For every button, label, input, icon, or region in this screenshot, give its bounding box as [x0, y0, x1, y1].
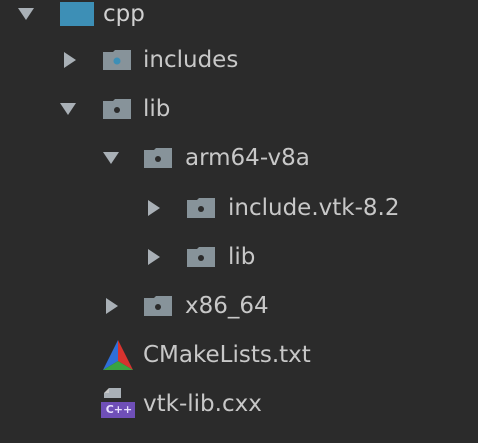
collapse-arrow-icon[interactable] [148, 200, 160, 216]
folder-icon [144, 148, 172, 168]
tree-item-cmakelists[interactable]: CMakeLists.txt [0, 335, 478, 375]
tree-item-label: x86_64 [185, 293, 269, 319]
folder-icon [144, 296, 172, 316]
tree-item-lib-nested[interactable]: lib [0, 237, 478, 277]
folder-icon [187, 247, 215, 267]
expand-arrow-icon[interactable] [60, 103, 76, 115]
cmake-icon [103, 340, 133, 370]
folder-icon [103, 50, 131, 70]
project-tree: cpp includes lib arm64-v8a include.vtk-8… [0, 0, 478, 443]
tree-item-includes[interactable]: includes [0, 40, 478, 80]
collapse-arrow-icon[interactable] [106, 298, 118, 314]
expand-arrow-icon[interactable] [18, 8, 34, 20]
tree-item-cpp[interactable]: cpp [0, 0, 478, 34]
tree-item-label: vtk-lib.cxx [143, 391, 262, 417]
tree-item-lib[interactable]: lib [0, 89, 478, 129]
tree-item-include-vtk[interactable]: include.vtk-8.2 [0, 188, 478, 228]
folder-icon [187, 198, 215, 218]
cpp-badge: C++ [105, 403, 133, 416]
tree-item-label: cpp [103, 1, 145, 27]
collapse-arrow-icon[interactable] [64, 52, 76, 68]
expand-arrow-icon[interactable] [103, 152, 119, 164]
tree-item-vtk-lib-cxx[interactable]: C++ vtk-lib.cxx [0, 384, 478, 424]
tree-item-label: lib [228, 244, 256, 270]
tree-item-label: includes [143, 47, 239, 73]
folder-icon [103, 99, 131, 119]
module-folder-icon [60, 2, 94, 26]
tree-item-label: CMakeLists.txt [143, 342, 311, 368]
tree-item-label: include.vtk-8.2 [228, 195, 400, 221]
tree-item-label: lib [143, 96, 171, 122]
tree-item-label: arm64-v8a [185, 145, 310, 171]
tree-item-x86-64[interactable]: x86_64 [0, 286, 478, 326]
collapse-arrow-icon[interactable] [148, 249, 160, 265]
tree-item-arm64-v8a[interactable]: arm64-v8a [0, 138, 478, 178]
